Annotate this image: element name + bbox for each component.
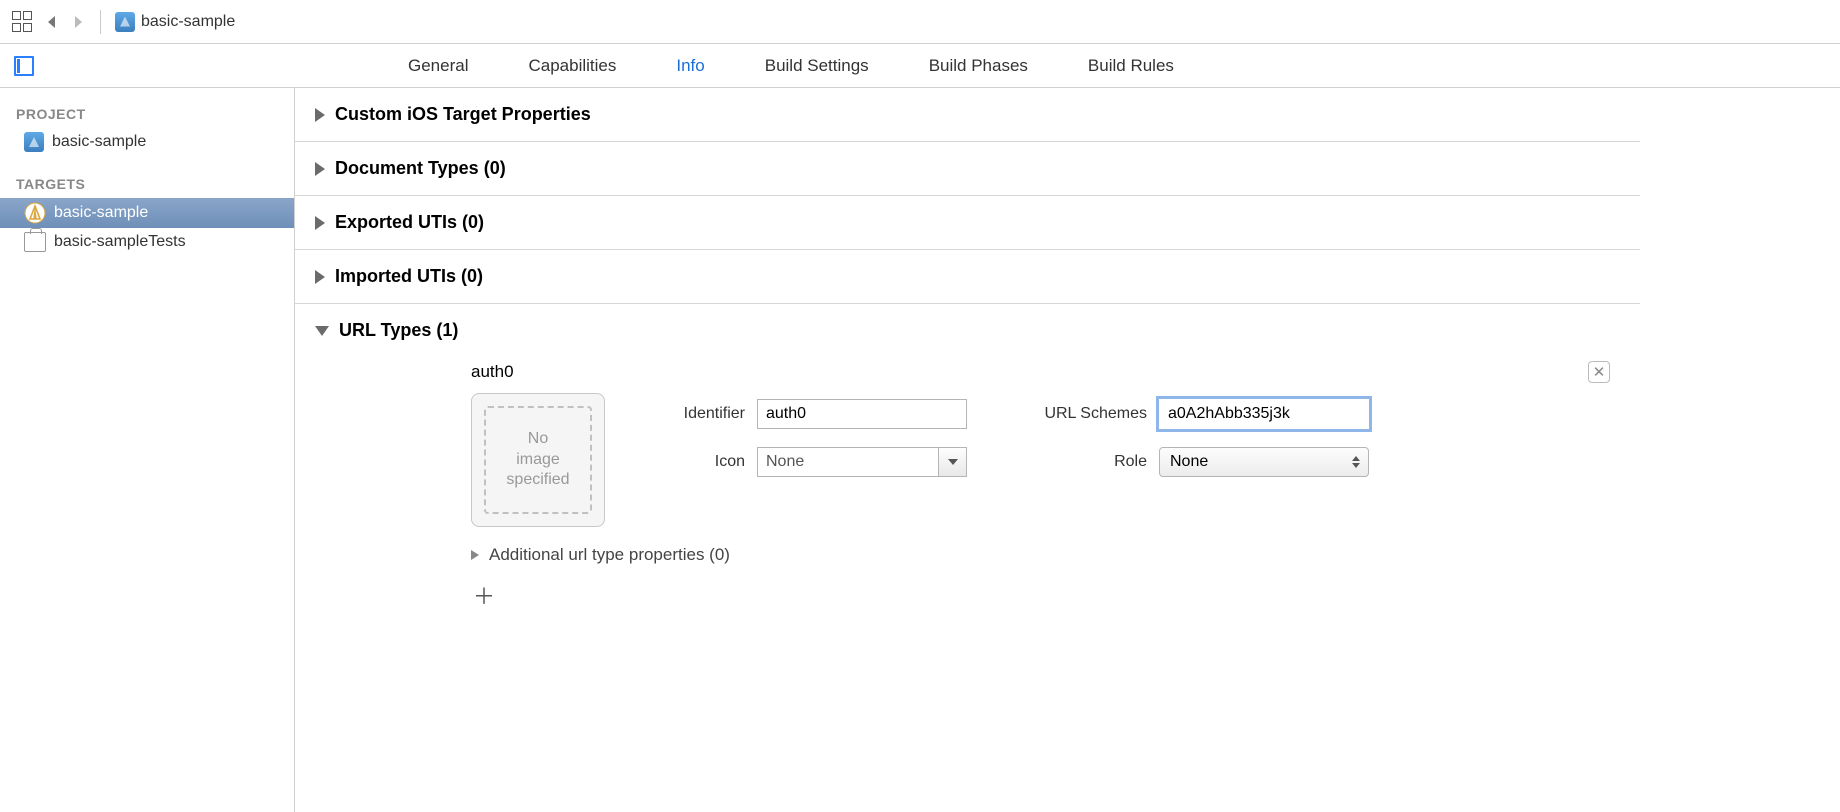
url-schemes-input[interactable] (1159, 399, 1369, 429)
tab-build-rules[interactable]: Build Rules (1058, 56, 1204, 76)
section-url-types: URL Types (1) auth0 ✕ No image specified… (295, 304, 1640, 627)
role-label: Role (1027, 453, 1147, 471)
section-custom-properties: Custom iOS Target Properties (295, 88, 1640, 142)
section-title: URL Types (1) (339, 320, 458, 341)
sidebar-target-tests[interactable]: basic-sampleTests (0, 228, 294, 256)
project-sidebar: PROJECT basic-sample TARGETS basic-sampl… (0, 88, 295, 812)
sidebar-target-app-label: basic-sample (54, 204, 148, 222)
related-items-icon[interactable] (12, 11, 34, 33)
identifier-input[interactable] (757, 399, 967, 429)
url-type-image-well[interactable]: No image specified (471, 393, 605, 527)
sidebar-targets-header: TARGETS (0, 170, 294, 198)
disclosure-additional-properties[interactable] (471, 550, 479, 560)
disclosure-document-types[interactable] (315, 162, 325, 176)
popup-arrows-icon (1352, 456, 1360, 468)
image-well-placeholder: No image specified (484, 406, 592, 514)
app-target-icon (24, 202, 46, 224)
section-title: Document Types (0) (335, 158, 506, 179)
sidebar-target-tests-label: basic-sampleTests (54, 233, 186, 251)
tab-build-phases[interactable]: Build Phases (899, 56, 1058, 76)
add-url-type-button[interactable]: ＋ (471, 579, 1640, 611)
panel-toggle-icon[interactable] (14, 56, 34, 76)
sidebar-project-item[interactable]: basic-sample (0, 128, 294, 156)
sidebar-project-header: PROJECT (0, 100, 294, 128)
bundle-target-icon (24, 232, 46, 252)
role-popup-value: None (1170, 453, 1208, 471)
tab-info[interactable]: Info (646, 56, 734, 76)
delete-url-type-button[interactable]: ✕ (1588, 361, 1610, 383)
toolbar-divider (100, 10, 101, 34)
url-type-name: auth0 (471, 362, 514, 382)
disclosure-exported-utis[interactable] (315, 216, 325, 230)
tab-capabilities[interactable]: Capabilities (498, 56, 646, 76)
tab-build-settings[interactable]: Build Settings (735, 56, 899, 76)
section-title: Custom iOS Target Properties (335, 104, 591, 125)
back-arrow-icon[interactable] (44, 14, 60, 30)
additional-properties-row[interactable]: Additional url type properties (0) (471, 545, 1640, 565)
sidebar-target-app[interactable]: basic-sample (0, 198, 294, 228)
editor-tabs: General Capabilities Info Build Settings… (48, 56, 1840, 76)
icon-label: Icon (645, 453, 745, 471)
icon-combo[interactable]: None (757, 447, 967, 477)
disclosure-custom-properties[interactable] (315, 108, 325, 122)
project-file-icon (115, 12, 135, 32)
disclosure-imported-utis[interactable] (315, 270, 325, 284)
disclosure-url-types[interactable] (315, 326, 329, 336)
icon-combo-value: None (758, 453, 812, 471)
project-file-icon (24, 132, 44, 152)
sidebar-project-label: basic-sample (52, 133, 146, 151)
url-schemes-label: URL Schemes (1027, 405, 1147, 423)
identifier-label: Identifier (645, 405, 745, 423)
section-title: Exported UTIs (0) (335, 212, 484, 233)
info-editor: Custom iOS Target Properties Document Ty… (295, 88, 1840, 812)
breadcrumb-project-name: basic-sample (141, 13, 235, 31)
forward-arrow-icon[interactable] (70, 14, 86, 30)
additional-properties-label: Additional url type properties (0) (489, 545, 730, 565)
breadcrumb[interactable]: basic-sample (115, 12, 235, 32)
editor-tab-bar: General Capabilities Info Build Settings… (0, 44, 1840, 88)
navigation-toolbar: basic-sample (0, 0, 1840, 44)
tab-general[interactable]: General (378, 56, 498, 76)
section-document-types: Document Types (0) (295, 142, 1640, 196)
section-title: Imported UTIs (0) (335, 266, 483, 287)
section-exported-utis: Exported UTIs (0) (295, 196, 1640, 250)
section-imported-utis: Imported UTIs (0) (295, 250, 1640, 304)
icon-combo-arrow[interactable] (938, 448, 966, 476)
role-popup[interactable]: None (1159, 447, 1369, 477)
